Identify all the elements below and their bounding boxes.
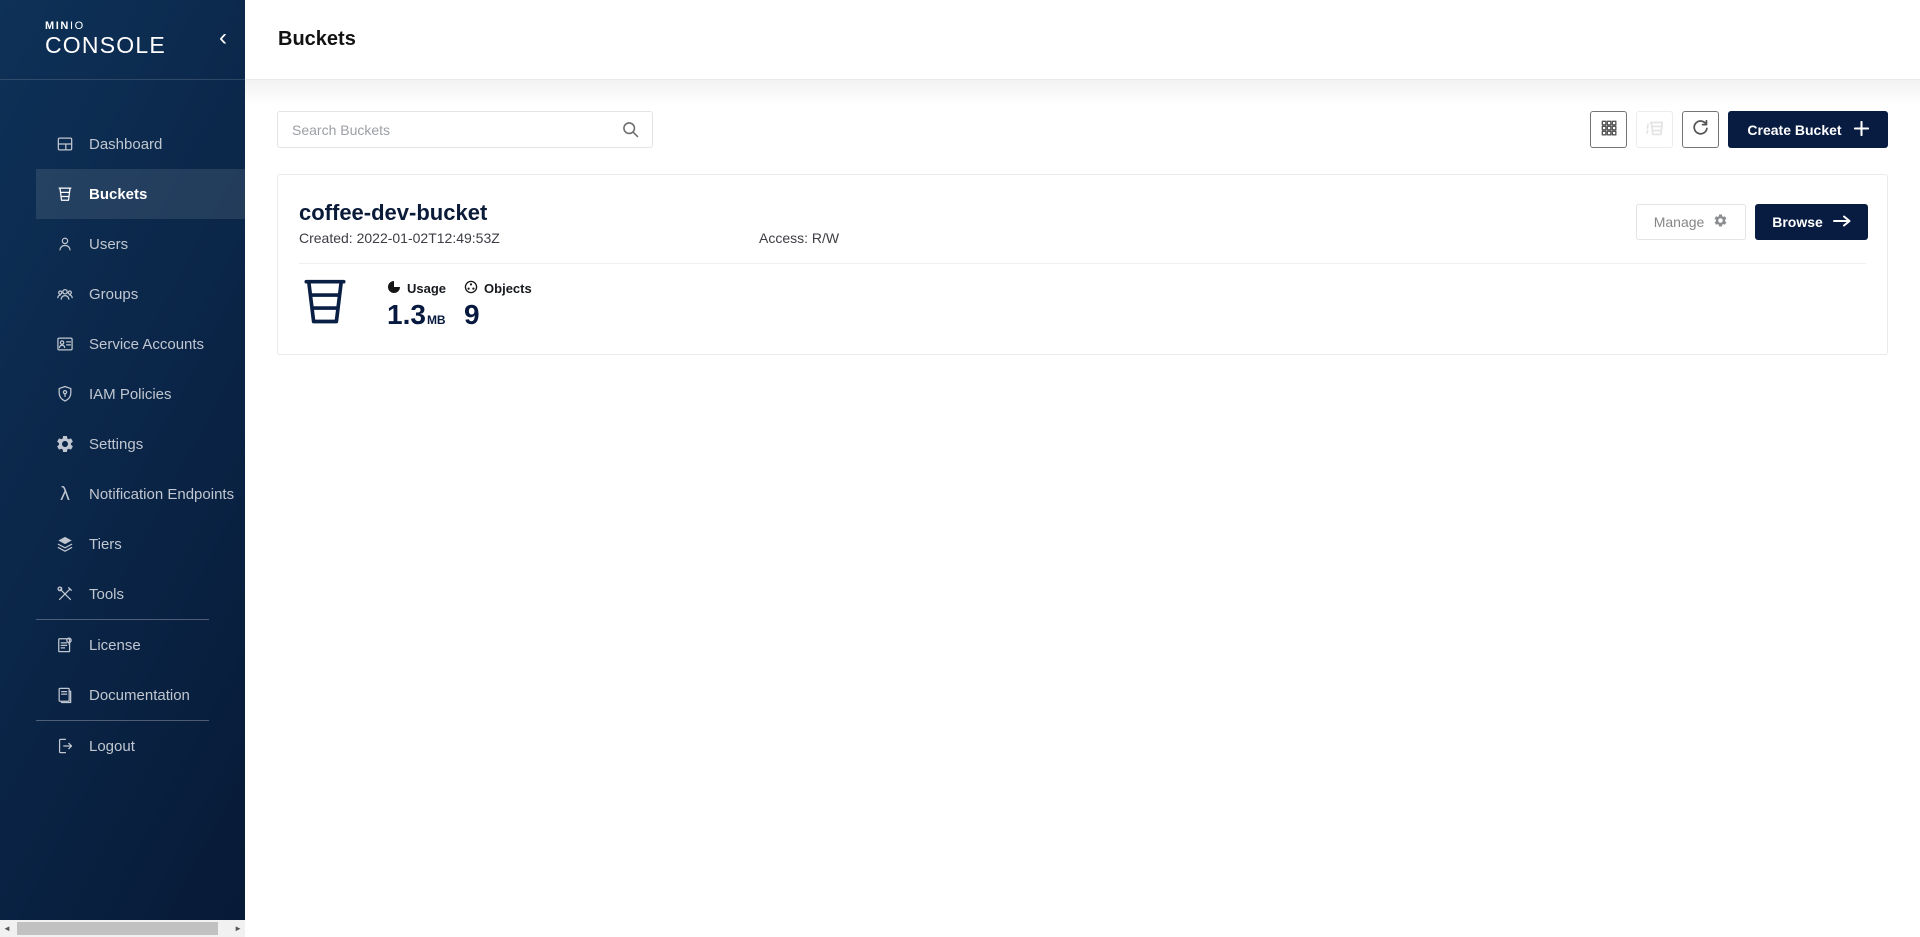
refresh-icon [1690, 118, 1711, 142]
sidebar-item-tools[interactable]: Tools [36, 569, 245, 619]
sidebar-item-iam-policies[interactable]: IAM Policies [36, 369, 245, 419]
scrollbar-right-arrow-icon[interactable]: ► [234, 923, 242, 934]
logo-console-text: CONSOLE [45, 32, 245, 58]
sidebar-item-tiers[interactable]: Tiers [36, 519, 245, 569]
sidebar-item-settings[interactable]: Settings [36, 419, 245, 469]
minio-console-app: MINIO CONSOLE ‹ Dashboard Buckets [0, 0, 1920, 937]
main-area: Buckets [245, 0, 1920, 937]
dashboard-icon [55, 134, 75, 154]
sidebar-item-service-accounts[interactable]: Service Accounts [36, 319, 245, 369]
sidebar-item-users[interactable]: Users [36, 219, 245, 269]
grid-view-button[interactable] [1590, 111, 1627, 148]
usage-metric: Usage 1.3MB [387, 276, 446, 331]
sidebar: MINIO CONSOLE ‹ Dashboard Buckets [0, 0, 245, 937]
usage-label-row: Usage [387, 280, 446, 297]
settings-icon [55, 434, 75, 454]
sidebar-item-documentation[interactable]: Documentation [36, 670, 245, 720]
search-box [277, 111, 653, 148]
bucket-name[interactable]: coffee-dev-bucket [299, 199, 1866, 227]
logo-minio-text: MINIO [45, 20, 245, 32]
sidebar-collapse-icon[interactable]: ‹ [219, 26, 227, 50]
bucket-access: Access: R/W [759, 230, 839, 246]
gear-icon [1713, 213, 1728, 231]
sidebar-item-logout[interactable]: Logout [36, 721, 245, 771]
sidebar-item-notification-endpoints[interactable]: λ Notification Endpoints [36, 469, 245, 519]
buckets-toolbar: Create Bucket [277, 111, 1888, 148]
page-title: Buckets [278, 28, 356, 51]
browse-button[interactable]: Browse [1755, 204, 1868, 240]
iam-policies-icon [55, 384, 75, 404]
bucket-meta: Created: 2022-01-02T12:49:53Z Access: R/… [299, 230, 1866, 246]
bucket-icon [299, 276, 351, 334]
scrollbar-left-arrow-icon[interactable]: ◄ [3, 923, 11, 934]
tools-icon [55, 584, 75, 604]
license-icon [55, 635, 75, 655]
usage-pie-icon [387, 280, 401, 297]
users-icon [55, 234, 75, 254]
objects-icon [464, 280, 478, 297]
bucket-metrics: Usage 1.3MB Objects [278, 264, 1887, 334]
buckets-icon [55, 184, 75, 204]
sidebar-item-groups[interactable]: Groups [36, 269, 245, 319]
objects-label-row: Objects [464, 280, 532, 297]
bucket-list-view-icon [1644, 117, 1666, 142]
bucket-created: Created: 2022-01-02T12:49:53Z [299, 230, 759, 246]
sidebar-item-license[interactable]: License [36, 620, 245, 670]
sidebar-horizontal-scrollbar[interactable]: ◄ ► [0, 920, 245, 937]
sidebar-menu: Dashboard Buckets Users Groups [0, 80, 245, 771]
search-icon [620, 119, 641, 140]
bucket-card-actions: Manage Browse [1636, 204, 1868, 240]
objects-value: 9 [464, 299, 532, 331]
scrollbar-thumb[interactable] [17, 922, 218, 935]
tiers-icon [55, 534, 75, 554]
create-bucket-button[interactable]: Create Bucket [1728, 111, 1888, 148]
logo: MINIO CONSOLE ‹ [0, 0, 245, 80]
usage-value: 1.3MB [387, 299, 446, 331]
search-input[interactable] [277, 111, 653, 148]
grid-view-icon [1599, 118, 1619, 141]
objects-metric: Objects 9 [464, 276, 532, 331]
refresh-button[interactable] [1682, 111, 1719, 148]
content-area: Create Bucket coffee-dev-bucket Created:… [245, 80, 1920, 937]
groups-icon [55, 284, 75, 304]
sidebar-item-buckets[interactable]: Buckets [36, 169, 245, 219]
sidebar-item-dashboard[interactable]: Dashboard [36, 119, 245, 169]
logout-icon [55, 736, 75, 756]
bucket-card[interactable]: coffee-dev-bucket Created: 2022-01-02T12… [277, 174, 1888, 355]
manage-button[interactable]: Manage [1636, 204, 1746, 240]
notification-endpoints-icon: λ [55, 484, 75, 504]
bucket-list-view-button [1636, 111, 1673, 148]
page-header: Buckets [245, 0, 1920, 80]
documentation-icon [55, 685, 75, 705]
service-accounts-icon [55, 334, 75, 354]
plus-icon [1854, 121, 1869, 139]
toolbar-actions: Create Bucket [1590, 111, 1888, 148]
arrow-right-icon [1833, 214, 1851, 230]
